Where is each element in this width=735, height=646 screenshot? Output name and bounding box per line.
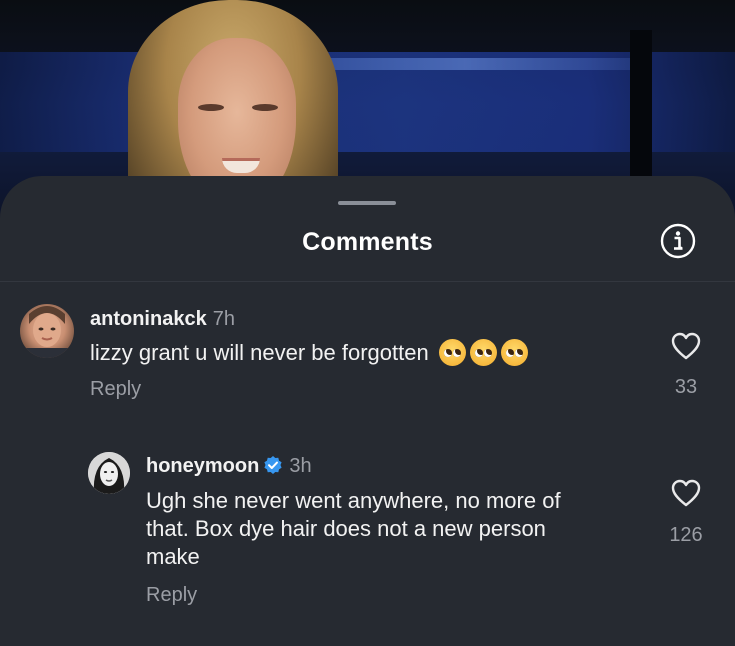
comment-text-line: make [146,544,200,569]
person-eye-left [198,104,224,111]
comment-text-row: lizzy grant u will never be forgotten [90,339,528,367]
reply-button[interactable]: Reply [146,584,197,607]
like-count: 126 [669,524,703,546]
comment-text: lizzy grant u will never be forgotten [90,340,429,365]
avatar[interactable] [20,304,74,358]
comment-item-reply: honeymoon 3h Ugh she never went anywhere… [0,446,735,616]
header-divider [0,281,735,282]
sheet-title: Comments [302,228,433,256]
comments-sheet: Comments antoninakck 7h lizzy grant u wil… [0,176,735,646]
comment-text-line: Ugh she never went anywhere, no more of [146,488,561,513]
pleading-face-emoji-icon [500,339,528,366]
comment-username[interactable]: honeymoon [146,455,259,477]
pleading-face-emoji-icon [469,339,497,366]
comment-item: antoninakck 7h lizzy grant u will never b… [0,296,735,416]
sheet-grabber-handle[interactable] [338,201,396,205]
background-post [630,30,652,200]
verified-badge-icon [264,456,282,474]
pleading-face-emoji-icon [438,339,466,366]
comment-username[interactable]: antoninakck [90,308,207,330]
person-eye-right [252,104,278,111]
background-highlight [300,58,630,70]
comment-text: Ugh she never went anywhere, no more of … [146,487,561,571]
comment-text-line: that. Box dye hair does not a new person [146,516,546,541]
reply-button[interactable]: Reply [90,378,141,401]
comment-time: 7h [212,308,235,330]
heart-icon[interactable] [671,332,701,360]
like-count: 33 [674,376,698,398]
info-icon[interactable] [660,223,696,259]
heart-icon[interactable] [671,479,701,507]
comment-time: 3h [289,455,312,477]
avatar[interactable] [88,452,130,494]
